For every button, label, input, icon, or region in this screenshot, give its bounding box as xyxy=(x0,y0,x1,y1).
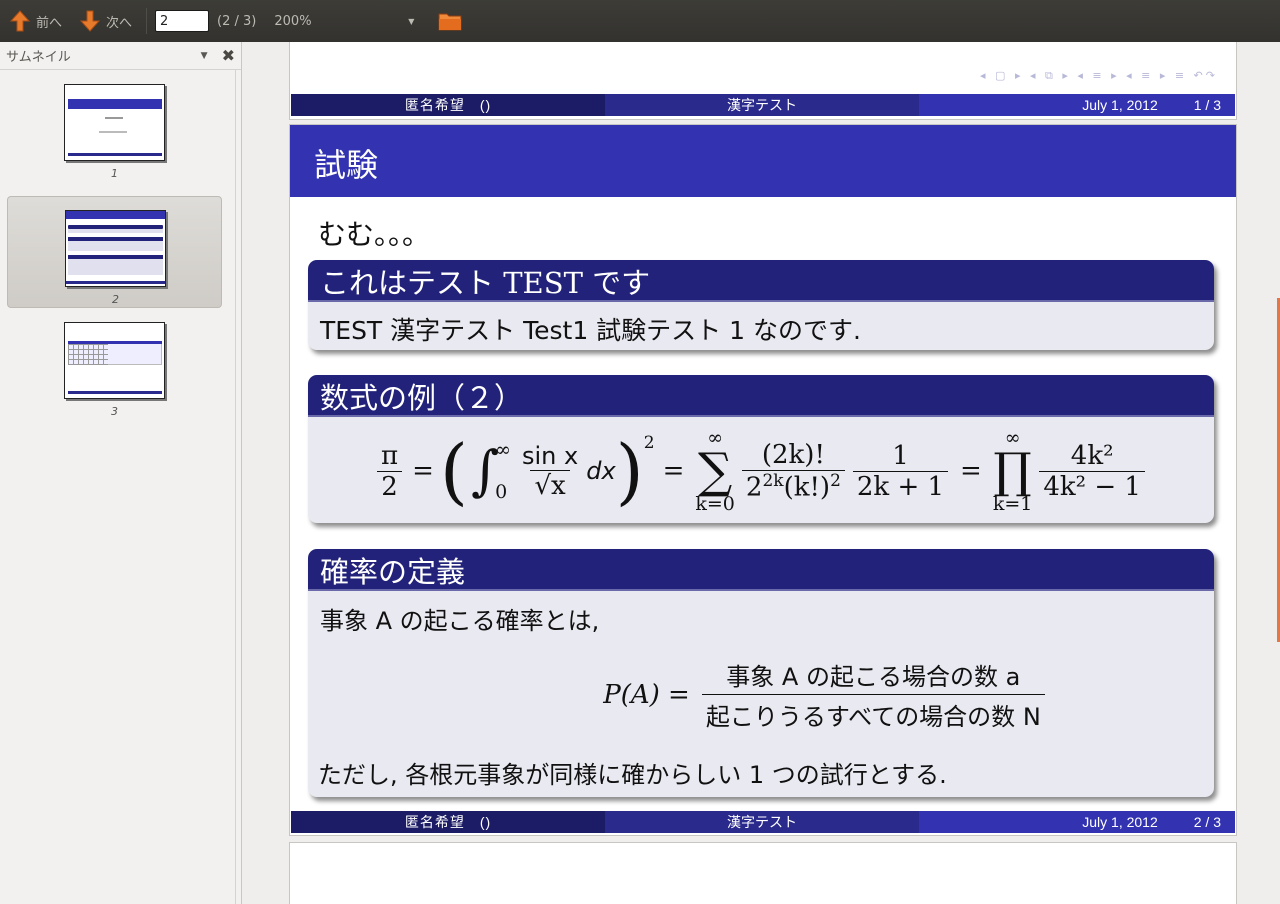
thumbnail-list: 1 2 3 xyxy=(0,70,236,904)
footline-page: 1 / 3 xyxy=(1193,97,1221,113)
arrow-down-icon xyxy=(80,10,101,32)
beamer-nav-symbols[interactable]: ◂ ▢ ▸ ◂ ⧉ ▸ ◂ ≡ ▸ ◂ ≡ ▸ ≡ ↶↷ xyxy=(980,69,1218,83)
next-page-button[interactable]: 次へ xyxy=(74,0,138,42)
block-probability: 確率の定義 事象 A の起こる確率とは, P(A) = 事象 A の起こる場合の… xyxy=(308,549,1214,797)
sidebar-header: サムネイル ▼ ✖ xyxy=(0,42,241,70)
close-icon[interactable]: ✖ xyxy=(222,46,235,65)
math-equation: π 2 = ( ∫ ∞ 0 sin x √x dx ) 2 = ∞ ∑ k=0 … xyxy=(308,419,1214,523)
sidebar: サムネイル ▼ ✖ 1 2 3 xyxy=(0,42,242,904)
block-title: 確率の定義 xyxy=(308,549,1214,591)
block-title: これはテスト TEST です xyxy=(308,260,1214,302)
probability-formula: P(A) = 事象 A の起こる場合の数 a 起こりうるすべての場合の数 N xyxy=(308,657,1214,732)
footline-author: 匿名希望 () xyxy=(291,94,605,116)
page-count: (2 / 3) xyxy=(217,13,257,29)
pdf-page-2: 試験 むむ。。。 これはテスト TEST です TEST 漢字テスト Test1… xyxy=(289,124,1237,836)
pi-over-2: π 2 xyxy=(377,441,402,502)
footline-title: 漢字テスト xyxy=(605,94,919,116)
toolbar: 前へ 次へ (2 / 3) 200% ▼ xyxy=(0,0,1280,42)
block-line: ただし, 各根元事象が同様に確からしい 1 つの試行とする. xyxy=(318,761,947,789)
footline-date-page: July 1, 2012 1 / 3 xyxy=(919,94,1235,116)
slide-footline: 匿名希望 () 漢字テスト July 1, 2012 2 / 3 xyxy=(291,811,1235,833)
thumbnail-image xyxy=(64,84,165,161)
next-label: 次へ xyxy=(106,15,133,31)
probability-fraction: 事象 A の起こる場合の数 a 起こりうるすべての場合の数 N xyxy=(701,657,1045,732)
product-fraction: 4k² 4k² − 1 xyxy=(1039,441,1145,502)
thumbnail-number: 2 xyxy=(112,293,119,306)
footline-page: 2 / 3 xyxy=(1193,814,1221,830)
sin-over-sqrt: sin x √x xyxy=(521,441,579,501)
slide-footline: 匿名希望 () 漢字テスト July 1, 2012 1 / 3 xyxy=(291,94,1235,116)
zoom-select[interactable]: 200% ▼ xyxy=(274,14,414,29)
zoom-value: 200% xyxy=(274,13,312,29)
slide-lead-text: むむ。。。 xyxy=(318,218,431,251)
footline-title: 漢字テスト xyxy=(605,811,919,833)
prev-page-button[interactable]: 前へ xyxy=(4,0,68,42)
arrow-up-icon xyxy=(10,10,30,32)
folder-icon[interactable] xyxy=(438,11,462,31)
thumbnail-number: 3 xyxy=(111,405,118,418)
block-math-example: 数式の例（２） π 2 = ( ∫ ∞ 0 sin x √x dx) 2 = … xyxy=(308,375,1214,523)
footline-author: 匿名希望 () xyxy=(291,811,605,833)
footline-date: July 1, 2012 xyxy=(1082,97,1158,113)
footline-date: July 1, 2012 xyxy=(1082,814,1158,830)
footline-date-page: July 1, 2012 2 / 3 xyxy=(919,811,1235,833)
thumbnail-image xyxy=(65,210,166,287)
page-number-input[interactable] xyxy=(155,10,210,32)
document-view[interactable]: ◂ ▢ ▸ ◂ ⧉ ▸ ◂ ≡ ▸ ◂ ≡ ▸ ≡ ↶↷ 匿名希望 () 漢字テ… xyxy=(242,42,1280,904)
thumbnail-number: 1 xyxy=(111,167,118,180)
sum-symbol: ∞ ∑ k=0 xyxy=(695,427,735,515)
block-line: 事象 A の起こる確率とは, xyxy=(320,607,600,635)
chevron-down-icon[interactable]: ▼ xyxy=(201,51,208,61)
product-symbol: ∞ ∏ k=1 xyxy=(992,427,1033,515)
chevron-down-icon: ▼ xyxy=(408,16,415,26)
integral-symbol: ∫ ∞ 0 xyxy=(471,439,511,503)
thumbnail-page-2[interactable]: 2 xyxy=(7,196,222,308)
prev-label: 前へ xyxy=(36,15,63,31)
thumbnail-image xyxy=(64,322,165,399)
pdf-page-1: ◂ ▢ ▸ ◂ ⧉ ▸ ◂ ≡ ▸ ◂ ≡ ▸ ≡ ↶↷ 匿名希望 () 漢字テ… xyxy=(289,42,1237,120)
pdf-page-3 xyxy=(289,842,1237,904)
thumbnail-page-1[interactable]: 1 xyxy=(7,71,222,183)
toolbar-separator xyxy=(146,8,148,34)
block-body: TEST 漢字テスト Test1 試験テスト 1 なのです. xyxy=(320,316,861,345)
frame-title: 試験 xyxy=(290,125,1236,197)
sidebar-title[interactable]: サムネイル xyxy=(6,46,201,65)
block-title: 数式の例（２） xyxy=(308,375,1214,417)
reciprocal-fraction: 1 2k + 1 xyxy=(852,441,949,502)
thumbnail-page-3[interactable]: 3 xyxy=(7,309,222,421)
block-test: これはテスト TEST です TEST 漢字テスト Test1 試験テスト 1 … xyxy=(308,260,1214,350)
factorial-fraction: (2k)! 22k(k!)2 xyxy=(741,440,845,502)
